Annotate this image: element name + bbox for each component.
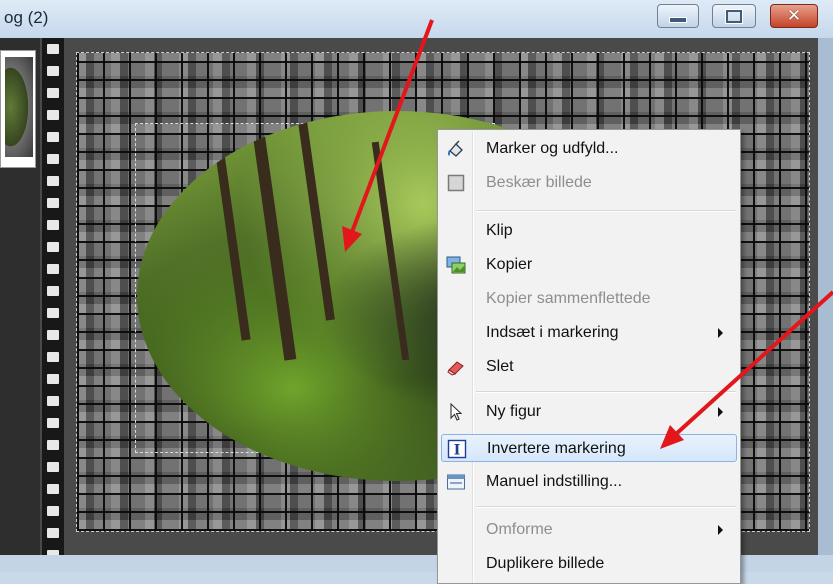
eraser-icon	[447, 361, 464, 376]
film-perforation	[47, 506, 59, 516]
paint-bucket-icon	[448, 140, 463, 157]
film-perforation	[47, 440, 59, 450]
menu-item-invertere-markering[interactable]: I Invertere markering	[441, 434, 737, 462]
menu-item-ny-figur[interactable]: Ny figur	[441, 398, 737, 426]
menu-item-manuel-indstilling[interactable]: Manuel indstilling...	[441, 468, 737, 496]
menu-item-duplikere-billede[interactable]: Duplikere billede	[441, 550, 737, 578]
maximize-icon	[726, 9, 742, 23]
context-menu: Marker og udfyld... Beskær billede Klip …	[437, 129, 741, 584]
film-perforation	[47, 198, 59, 208]
submenu-arrow-icon	[718, 328, 723, 338]
film-perforation	[47, 242, 59, 252]
invert-selection-icon: I	[447, 439, 467, 459]
menu-item-beskaer-billede[interactable]: Beskær billede	[441, 169, 737, 197]
menu-item-marker-og-udfyld[interactable]: Marker og udfyld...	[441, 135, 737, 163]
film-perforation	[47, 330, 59, 340]
manual-settings-icon	[447, 474, 465, 490]
film-perforation	[47, 374, 59, 384]
film-perforation	[47, 88, 59, 98]
film-perforation	[47, 264, 59, 274]
menu-item-indsaet-i-markering[interactable]: Indsæt i markering	[441, 319, 737, 347]
filmstrip-border	[42, 38, 64, 572]
menu-item-kopier-sammenflettede[interactable]: Kopier sammenflettede	[441, 285, 737, 313]
film-perforation	[47, 176, 59, 186]
tree-trunk	[249, 111, 297, 361]
minimize-button[interactable]	[657, 4, 699, 28]
svg-text:I: I	[454, 443, 461, 459]
film-perforation	[47, 484, 59, 494]
film-perforation	[47, 154, 59, 164]
film-perforation	[47, 286, 59, 296]
menu-item-klip[interactable]: Klip	[441, 217, 737, 245]
film-perforation	[47, 110, 59, 120]
menu-item-omforme[interactable]: Omforme	[441, 516, 737, 544]
copy-picture-icon	[446, 256, 466, 274]
film-perforation	[47, 66, 59, 76]
film-perforation	[47, 132, 59, 142]
minimize-icon	[669, 17, 687, 23]
film-perforation	[47, 44, 59, 54]
workspace-right-margin	[818, 38, 833, 572]
film-perforation	[47, 528, 59, 538]
menu-item-kopier[interactable]: Kopier	[441, 251, 737, 279]
crop-icon	[447, 174, 465, 192]
film-perforation	[47, 220, 59, 230]
close-icon: ✕	[786, 6, 802, 26]
menu-separator	[476, 506, 736, 508]
film-perforation	[47, 308, 59, 318]
film-perforation	[47, 418, 59, 428]
submenu-arrow-icon	[718, 525, 723, 535]
window-title: og (2)	[4, 8, 49, 27]
menu-separator	[476, 210, 736, 212]
film-perforation	[47, 396, 59, 406]
thumbnail-preview	[5, 57, 33, 157]
tree-trunk	[371, 141, 410, 361]
image-thumbnail[interactable]	[0, 50, 36, 168]
submenu-arrow-icon	[718, 407, 723, 417]
close-button[interactable]: ✕	[770, 4, 818, 28]
film-perforation	[47, 352, 59, 362]
cursor-arrow-icon	[450, 402, 463, 421]
thumbnail-panel	[0, 38, 40, 572]
maximize-button[interactable]	[712, 4, 756, 28]
film-perforation	[47, 462, 59, 472]
window-titlebar: og (2) ✕	[0, 0, 833, 38]
tree-trunk	[212, 131, 251, 341]
tree-trunk	[298, 121, 335, 321]
menu-separator	[476, 391, 736, 393]
menu-item-slet[interactable]: Slet	[441, 353, 737, 381]
